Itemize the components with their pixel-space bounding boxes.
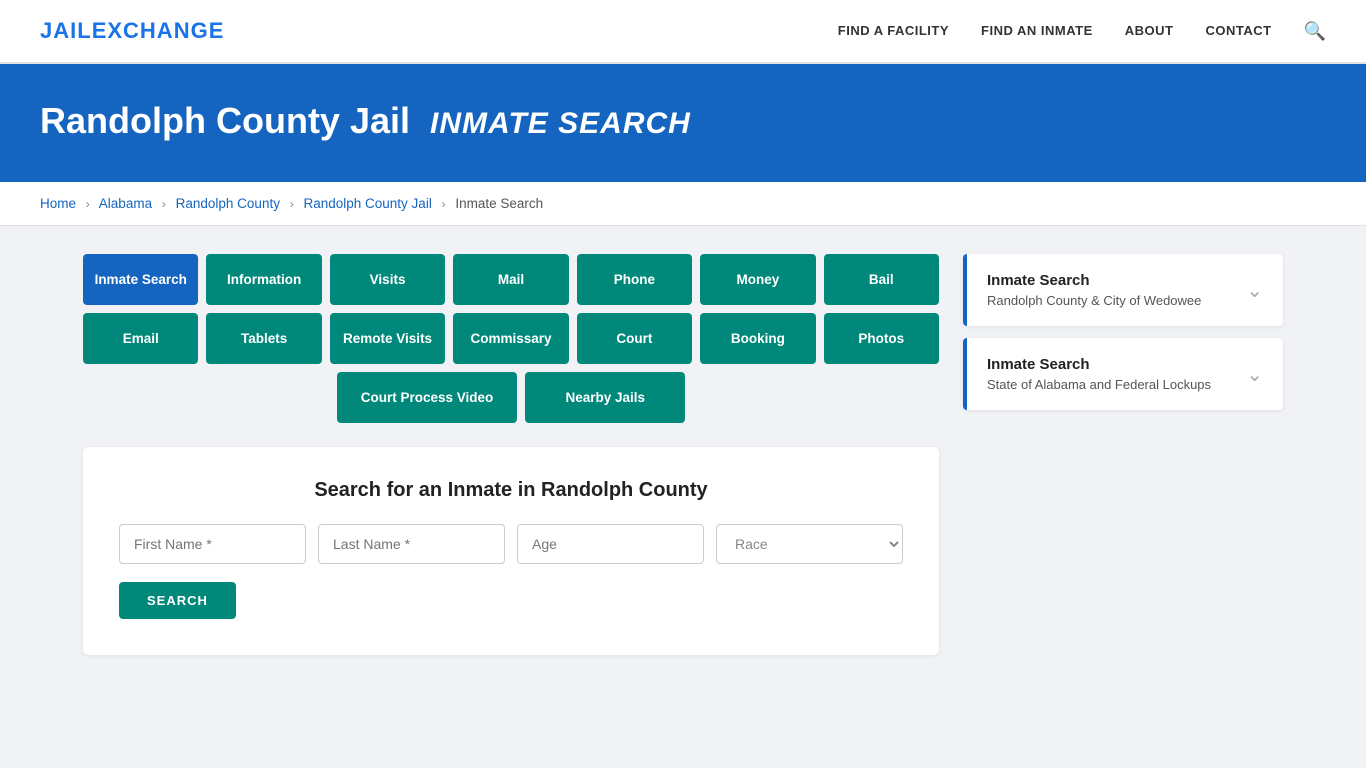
btn-nearby-jails[interactable]: Nearby Jails	[525, 372, 685, 423]
nav-find-inmate[interactable]: FIND AN INMATE	[981, 22, 1093, 40]
btn-court-process-video[interactable]: Court Process Video	[337, 372, 518, 423]
last-name-input[interactable]	[318, 524, 505, 564]
btn-information[interactable]: Information	[206, 254, 321, 305]
btn-commissary[interactable]: Commissary	[453, 313, 568, 364]
search-form-title: Search for an Inmate in Randolph County	[119, 479, 903, 502]
logo-jail: JAIL	[40, 18, 92, 43]
btn-mail[interactable]: Mail	[453, 254, 568, 305]
sidebar-card-randolph-subtext: Randolph County & City of Wedowee	[987, 293, 1201, 308]
nav-buttons-row2: Email Tablets Remote Visits Commissary C…	[83, 313, 939, 364]
btn-email[interactable]: Email	[83, 313, 198, 364]
nav-buttons-row1: Inmate Search Information Visits Mail Ph…	[83, 254, 939, 305]
age-input[interactable]	[517, 524, 704, 564]
btn-phone[interactable]: Phone	[577, 254, 692, 305]
breadcrumb: Home › Alabama › Randolph County › Rando…	[0, 182, 1366, 226]
nav-links: FIND A FACILITY FIND AN INMATE ABOUT CON…	[838, 21, 1326, 42]
site-logo[interactable]: JAILEXCHANGE	[40, 18, 224, 44]
first-name-input[interactable]	[119, 524, 306, 564]
navbar: JAILEXCHANGE FIND A FACILITY FIND AN INM…	[0, 0, 1366, 64]
search-inputs: Race White Black Hispanic Asian Other	[119, 524, 903, 564]
chevron-down-icon-2: ⌄	[1246, 362, 1263, 387]
btn-bail[interactable]: Bail	[824, 254, 939, 305]
search-button[interactable]: SEARCH	[119, 582, 236, 619]
sidebar-card-alabama-subtext: State of Alabama and Federal Lockups	[987, 377, 1211, 392]
hero-title-italic: INMATE SEARCH	[430, 107, 691, 140]
logo-exchange: EXCHANGE	[92, 18, 225, 43]
sidebar-card-alabama-heading: Inmate Search	[987, 356, 1211, 373]
sidebar-card-randolph-text: Inmate Search Randolph County & City of …	[987, 272, 1201, 308]
search-icon[interactable]: 🔍	[1304, 21, 1326, 41]
breadcrumb-alabama[interactable]: Alabama	[99, 196, 152, 211]
breadcrumb-jail[interactable]: Randolph County Jail	[303, 196, 431, 211]
btn-visits[interactable]: Visits	[330, 254, 445, 305]
sidebar-card-alabama[interactable]: Inmate Search State of Alabama and Feder…	[963, 338, 1283, 410]
chevron-down-icon: ⌄	[1246, 278, 1263, 303]
nav-contact[interactable]: CONTACT	[1205, 22, 1271, 40]
breadcrumb-sep-4: ›	[442, 197, 446, 211]
hero-title: Randolph County Jail INMATE SEARCH	[40, 100, 1326, 142]
search-form-card: Search for an Inmate in Randolph County …	[83, 447, 939, 655]
race-select[interactable]: Race White Black Hispanic Asian Other	[716, 524, 903, 564]
breadcrumb-sep-2: ›	[162, 197, 166, 211]
breadcrumb-current: Inmate Search	[455, 196, 543, 211]
btn-remote-visits[interactable]: Remote Visits	[330, 313, 445, 364]
nav-about[interactable]: ABOUT	[1125, 22, 1174, 40]
breadcrumb-sep-3: ›	[290, 197, 294, 211]
hero-title-main: Randolph County Jail	[40, 100, 410, 141]
sidebar-right: Inmate Search Randolph County & City of …	[963, 254, 1283, 655]
sidebar-card-alabama-text: Inmate Search State of Alabama and Feder…	[987, 356, 1211, 392]
breadcrumb-home[interactable]: Home	[40, 196, 76, 211]
breadcrumb-sep-1: ›	[86, 197, 90, 211]
main-wrapper: Inmate Search Information Visits Mail Ph…	[43, 254, 1323, 655]
btn-tablets[interactable]: Tablets	[206, 313, 321, 364]
nav-buttons-row3: Court Process Video Nearby Jails	[83, 372, 939, 423]
nav-search-icon[interactable]: 🔍	[1304, 21, 1326, 42]
btn-court[interactable]: Court	[577, 313, 692, 364]
btn-money[interactable]: Money	[700, 254, 815, 305]
btn-booking[interactable]: Booking	[700, 313, 815, 364]
sidebar-card-randolph[interactable]: Inmate Search Randolph County & City of …	[963, 254, 1283, 326]
hero-banner: Randolph County Jail INMATE SEARCH	[0, 64, 1366, 182]
nav-find-facility[interactable]: FIND A FACILITY	[838, 22, 949, 40]
btn-inmate-search[interactable]: Inmate Search	[83, 254, 198, 305]
content-left: Inmate Search Information Visits Mail Ph…	[83, 254, 939, 655]
breadcrumb-randolph[interactable]: Randolph County	[176, 196, 280, 211]
btn-photos[interactable]: Photos	[824, 313, 939, 364]
sidebar-card-randolph-heading: Inmate Search	[987, 272, 1201, 289]
